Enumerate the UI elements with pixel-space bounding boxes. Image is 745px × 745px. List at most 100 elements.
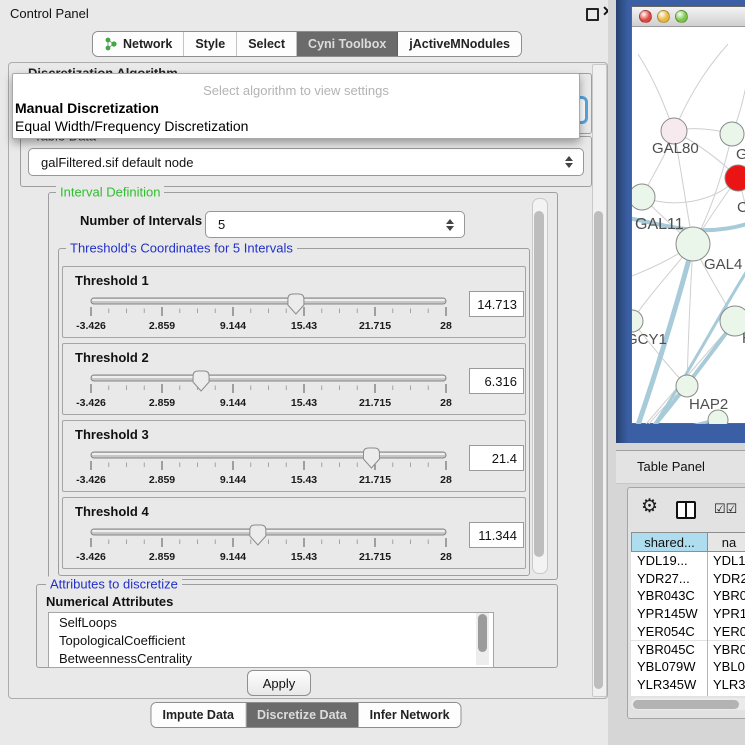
table-row[interactable]: YDR27... YDR2 [631, 570, 745, 588]
network-icon [104, 37, 118, 51]
network-node[interactable] [632, 310, 643, 332]
cell-shared-name[interactable]: YIL052C [637, 695, 688, 696]
threshold-label: Threshold 4 [75, 504, 149, 519]
table-hscrollbar-thumb[interactable] [633, 700, 739, 709]
cell-name[interactable]: YLR3 [713, 677, 745, 692]
attribute-item[interactable]: SelfLoops [49, 613, 493, 631]
threshold-value-field[interactable]: 14.713 [469, 291, 524, 317]
network-node[interactable] [720, 122, 744, 146]
tab-jactivemnodules[interactable]: jActiveMNodules [398, 32, 521, 56]
cell-shared-name[interactable]: YBR045C [637, 642, 695, 657]
cell-name[interactable]: YDR2 [713, 571, 745, 586]
spinner-arrows-icon [446, 219, 454, 231]
mac-close-button[interactable] [639, 10, 652, 23]
control-panel: Control Panel ✕ NetworkStyleSelectCyni T… [0, 0, 620, 745]
cell-shared-name[interactable]: YDR27... [637, 571, 690, 586]
tab-select[interactable]: Select [237, 32, 297, 56]
table-row[interactable]: YER054C YER0 [631, 623, 745, 641]
tab-style[interactable]: Style [184, 32, 237, 56]
threshold-slider[interactable]: -3.4262.8599.14415.4321.71528 [63, 443, 525, 489]
node-label: C [737, 199, 745, 216]
cell-shared-name[interactable]: YLR345W [637, 677, 696, 692]
checkbox-icons[interactable]: ☑☑ [714, 501, 737, 517]
num-intervals-spinner[interactable]: 5 [205, 211, 465, 238]
interval-scrollbar[interactable] [532, 198, 548, 574]
column-header-name[interactable]: na [707, 532, 745, 552]
table-row[interactable]: YIL052C YIL0 [631, 694, 745, 696]
cell-shared-name[interactable]: YPR145W [637, 606, 698, 621]
threshold-label: Threshold 2 [75, 350, 149, 365]
slider-thumb[interactable] [363, 448, 379, 468]
tab-cyni-toolbox[interactable]: Cyni Toolbox [297, 32, 398, 56]
tab-discretize-data[interactable]: Discretize Data [246, 703, 359, 727]
slider-thumb[interactable] [288, 294, 304, 314]
content-scrollbar[interactable] [592, 64, 607, 697]
tab-network[interactable]: Network [93, 32, 184, 56]
column-layout-icon[interactable] [676, 501, 696, 519]
interval-scrollbar-thumb[interactable] [534, 211, 544, 557]
network-node[interactable] [632, 184, 655, 210]
network-window: GAL80G.CGAL11GAL4GCY1HHAP2 [631, 6, 745, 424]
slider-thumb[interactable] [250, 525, 266, 545]
svg-text:21.715: 21.715 [359, 397, 391, 409]
table-data-combobox[interactable]: galFiltered.sif default node [28, 148, 584, 176]
cell-name[interactable]: YPR1 [713, 606, 745, 621]
gear-icon[interactable]: ⚙ [641, 497, 658, 516]
slider-thumb[interactable] [193, 371, 209, 391]
table-panel-title: Table Panel [637, 459, 705, 474]
float-window-icon[interactable] [586, 8, 599, 21]
threshold-value-field[interactable]: 6.316 [469, 368, 524, 394]
threshold-slider[interactable]: -3.4262.8599.14415.4321.71528 [63, 366, 525, 412]
cell-name[interactable]: YER0 [713, 624, 745, 639]
table-panel-header: Table Panel [616, 450, 745, 484]
threshold-value-field[interactable]: 11.344 [469, 522, 524, 548]
node-label: GCY1 [632, 331, 667, 348]
cell-name[interactable]: YBL0 [713, 659, 745, 674]
svg-text:9.144: 9.144 [220, 551, 246, 563]
table-row[interactable]: YBR043C YBR0 [631, 587, 745, 605]
svg-text:-3.426: -3.426 [76, 551, 106, 563]
node-label: HAP2 [689, 396, 728, 413]
threshold-slider[interactable]: -3.4262.8599.14415.4321.71528 [63, 289, 525, 335]
table-row[interactable]: YLR345W YLR3 [631, 676, 745, 694]
cell-shared-name[interactable]: YER054C [637, 624, 695, 639]
tab-impute-data[interactable]: Impute Data [151, 703, 246, 727]
column-header-shared-name[interactable]: shared... [631, 532, 708, 552]
svg-text:-3.426: -3.426 [76, 474, 106, 486]
cell-shared-name[interactable]: YBL079W [637, 659, 696, 674]
numerical-attributes-list: SelfLoopsTopologicalCoefficientBetweenne… [48, 612, 494, 668]
mac-zoom-button[interactable] [675, 10, 688, 23]
table-row[interactable]: YDL19... YDL1 [631, 552, 745, 570]
tab-label: Cyni Toolbox [308, 37, 386, 51]
svg-text:21.715: 21.715 [359, 551, 391, 563]
cell-name[interactable]: YDL1 [713, 553, 745, 568]
cell-name[interactable]: YBR0 [713, 642, 745, 657]
table-row[interactable]: YPR145W YPR1 [631, 605, 745, 623]
threshold-slider[interactable]: -3.4262.8599.14415.4321.71528 [63, 520, 525, 566]
mac-minimize-button[interactable] [657, 10, 670, 23]
apply-button[interactable]: Apply [247, 670, 311, 696]
svg-text:9.144: 9.144 [220, 397, 246, 409]
dropdown-option-equal-width[interactable]: Equal Width/Frequency Discretization [15, 118, 248, 134]
attribute-item[interactable]: BetweennessCentrality [49, 649, 493, 667]
cell-name[interactable]: YBR0 [713, 588, 745, 603]
table-row[interactable]: YBR045C YBR0 [631, 641, 745, 659]
threshold-panel-3: Threshold 3-3.4262.8599.14415.4321.71528… [62, 420, 526, 492]
attribute-item[interactable]: TopologicalCoefficient [49, 631, 493, 649]
table-row[interactable]: YBL079W YBL0 [631, 658, 745, 676]
cell-shared-name[interactable]: YBR043C [637, 588, 695, 603]
panel-title: Control Panel [10, 6, 89, 21]
interval-definition-title: Interval Definition [56, 185, 164, 200]
cell-name[interactable]: YIL0 [713, 695, 740, 696]
attributes-scrollbar-thumb[interactable] [478, 614, 487, 652]
dropdown-option-manual[interactable]: Manual Discretization [15, 100, 159, 116]
tab-infer-network[interactable]: Infer Network [359, 703, 461, 727]
network-window-titlebar[interactable] [632, 7, 745, 27]
content-scrollbar-thumb[interactable] [594, 211, 603, 689]
threshold-value-field[interactable]: 21.4 [469, 445, 524, 471]
column-separator [707, 552, 708, 696]
network-node[interactable] [676, 375, 698, 397]
cell-shared-name[interactable]: YDL19... [637, 553, 688, 568]
top-tab-bar: NetworkStyleSelect Cyni Toolbox jActiveMNo… [92, 31, 522, 57]
network-canvas[interactable]: GAL80G.CGAL11GAL4GCY1HHAP2 [632, 26, 745, 424]
